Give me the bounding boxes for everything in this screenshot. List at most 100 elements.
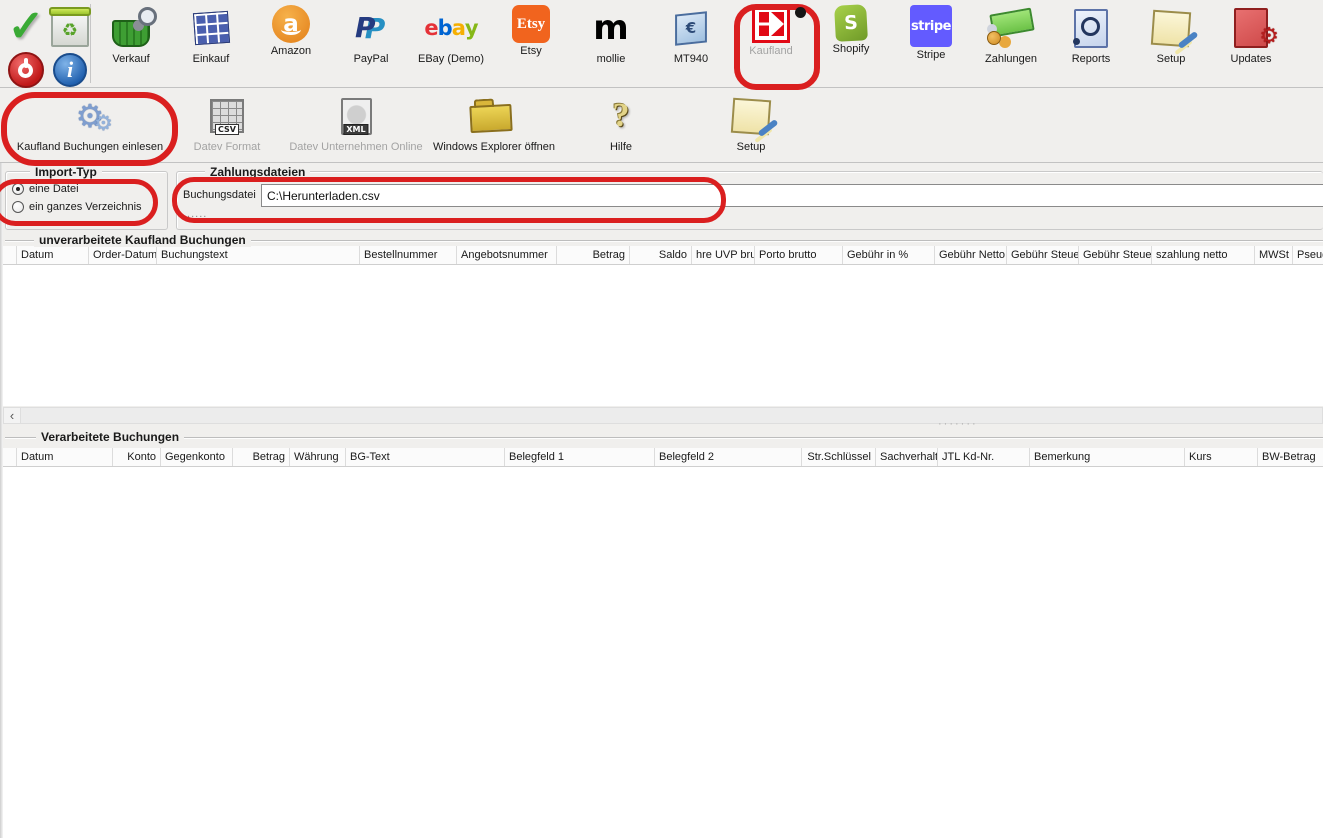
help-question-icon: ? [585, 93, 657, 139]
pallet-grid-icon [175, 5, 247, 51]
scroll-track[interactable] [21, 408, 1322, 423]
column-header-pseud[interactable]: Pseud [1293, 246, 1323, 264]
column-header-bemerkung[interactable]: Bemerkung [1030, 448, 1185, 466]
info-glyph: i [67, 57, 73, 83]
toolbar-item-label: Shopify [833, 43, 870, 55]
toolbar-item-setup[interactable]: Setup [719, 93, 783, 162]
group-line-processed [5, 437, 1323, 439]
toolbar-item-mt940[interactable]: €MT940 [651, 5, 731, 87]
buchungsdatei-label: Buchungsdatei [183, 189, 256, 201]
column-header-blank[interactable] [3, 448, 17, 466]
column-header-währung[interactable]: Währung [290, 448, 346, 466]
toolbar-item-windows-explorer-öffnen[interactable]: Windows Explorer öffnen [431, 93, 557, 162]
toolbar-item-label: Etsy [520, 45, 541, 57]
unprocessed-table-body[interactable] [3, 265, 1323, 406]
column-header-betrag[interactable]: Betrag [233, 448, 290, 466]
column-header-blank[interactable] [3, 246, 17, 264]
unprocessed-table-header: DatumOrder-DatumBuchungstextBestellnumme… [3, 246, 1323, 265]
processed-table-header: DatumKontoGegenkontoBetragWährungBG-Text… [3, 448, 1323, 467]
datev-csv-icon: CSV [191, 93, 263, 139]
toolbar-item-updates[interactable]: Updates [1211, 5, 1291, 87]
recycle-glyph: ♻ [62, 20, 78, 41]
column-header-datum[interactable]: Datum [17, 448, 113, 466]
column-header-sachverhalt[interactable]: Sachverhalt [876, 448, 938, 466]
power-icon[interactable] [4, 50, 48, 90]
column-header-gebühr-in[interactable]: Gebühr in % [843, 246, 935, 264]
column-header-gegenkonto[interactable]: Gegenkonto [161, 448, 233, 466]
splitter-grip[interactable]: ······· [938, 418, 978, 430]
scroll-left-button[interactable]: ‹ [4, 408, 21, 423]
toolbar-item-label: Setup [737, 141, 766, 153]
column-header-gebühr-steuer[interactable]: Gebühr Steuer [1079, 246, 1152, 264]
buchungsdatei-input[interactable] [261, 184, 1323, 207]
column-header-order-datum[interactable]: Order-Datum [89, 246, 157, 264]
toolbar-item-kaufland-buchungen-einlesen[interactable]: Kaufland Buchungen einlesen [4, 93, 176, 162]
processed-table-title: Verarbeitete Buchungen [36, 430, 184, 444]
toolbar-item-datev-unternehmen-online[interactable]: XMLDatev Unternehmen Online [285, 93, 427, 162]
horizontal-scrollbar[interactable]: ‹ [3, 407, 1323, 424]
etsy-logo-icon: Etsy [512, 5, 550, 43]
toolbar-item-shopify[interactable]: SShopify [811, 5, 891, 87]
toolbar-item-amazon[interactable]: aAmazon [251, 5, 331, 87]
toolbar-item-paypal[interactable]: PPayPal [331, 5, 411, 87]
column-header-kurs[interactable]: Kurs [1185, 448, 1258, 466]
info-icon[interactable]: i [48, 50, 92, 90]
column-header-angebotsnummer[interactable]: Angebotsnummer [457, 246, 557, 264]
toolbar-item-zahlungen[interactable]: Zahlungen [971, 5, 1051, 87]
column-header-jtl-kd-nr[interactable]: JTL Kd-Nr. [938, 448, 1030, 466]
toolbar-item-kaufland[interactable]: Kaufland [731, 5, 811, 87]
radio-eine-datei[interactable]: eine Datei [12, 183, 79, 195]
column-header-belegfeld-2[interactable]: Belegfeld 2 [655, 448, 802, 466]
column-header-szahlung-netto[interactable]: szahlung netto [1152, 246, 1255, 264]
toolbar-item-ebay-demo[interactable]: ebayEBay (Demo) [411, 5, 491, 87]
column-header-bestellnummer[interactable]: Bestellnummer [360, 246, 457, 264]
column-header-datum[interactable]: Datum [17, 246, 89, 264]
toolbar-item-etsy[interactable]: Etsy Etsy [491, 5, 571, 87]
column-header-belegfeld-1[interactable]: Belegfeld 1 [505, 448, 655, 466]
toolbar-item-label: Einkauf [193, 53, 230, 65]
toolbar-item-label: Zahlungen [985, 53, 1037, 65]
toolbar-item-hilfe[interactable]: ?Hilfe [591, 93, 651, 162]
zahlungsdateien-title: Zahlungsdateien [205, 165, 310, 179]
setup-wrench-icon [715, 93, 787, 139]
radio-button[interactable] [12, 201, 24, 213]
column-header-betrag[interactable]: Betrag [557, 246, 630, 264]
column-header-mwst[interactable]: MWSt [1255, 246, 1293, 264]
column-header-hre-uvp-brutto[interactable]: hre UVP brutto [692, 246, 755, 264]
column-header-porto-brutto[interactable]: Porto brutto [755, 246, 843, 264]
main-toolbar: ✓ ♻ i Verkauf Einkauf aAmazonPPayPalebayEB… [0, 0, 1323, 88]
toolbar-item-label: Updates [1231, 53, 1272, 65]
toolbar-item-reports[interactable]: Reports [1051, 5, 1131, 87]
import-typ-group: Import-Typ eine Datei ein ganzes Verzeic… [5, 171, 168, 230]
zahlungsdateien-group: Zahlungsdateien Buchungsdatei ...... [176, 171, 1323, 230]
toolbar-item-einkauf[interactable]: Einkauf [171, 5, 251, 87]
radio-label: ein ganzes Verzeichnis [29, 201, 142, 213]
toolbar-item-mollie[interactable]: mmollie [571, 5, 651, 87]
column-header-bg-text[interactable]: BG-Text [346, 448, 505, 466]
radio-button[interactable] [12, 183, 24, 195]
confirm-check-icon[interactable]: ✓ [4, 4, 48, 50]
toolbar-item-datev-format[interactable]: CSVDatev Format [184, 93, 270, 162]
kaufland-logo-icon [752, 5, 790, 43]
radio-label: eine Datei [29, 183, 79, 195]
power-circle [8, 52, 44, 88]
column-header-konto[interactable]: Konto [113, 448, 161, 466]
toolbar-item-stripe[interactable]: stripeStripe [891, 5, 971, 87]
app-window: ✓ ♻ i Verkauf Einkauf aAmazonPPayPalebayEB… [0, 0, 1323, 838]
field-sub-dots: ...... [183, 208, 207, 220]
column-header-gebühr-steuer[interactable]: Gebühr Steuer [1007, 246, 1079, 264]
column-header-buchungstext[interactable]: Buchungstext [157, 246, 360, 264]
money-bills-icon [975, 5, 1047, 51]
recycle-bin-icon[interactable]: ♻ [48, 4, 92, 50]
column-header-str-schlüssel[interactable]: Str.Schlüssel [802, 448, 876, 466]
radio-ganzes-verzeichnis[interactable]: ein ganzes Verzeichnis [12, 201, 142, 213]
toolbar-item-setup[interactable]: Setup [1131, 5, 1211, 87]
toolbar-item-verkauf[interactable]: Verkauf [91, 5, 171, 87]
quick-actions: ✓ ♻ i [0, 0, 90, 87]
column-header-saldo[interactable]: Saldo [630, 246, 692, 264]
ebay-logo-icon: ebay [415, 5, 487, 51]
column-header-bw-betrag[interactable]: BW-Betrag [1258, 448, 1323, 466]
toolbar-item-label: Stripe [917, 49, 946, 61]
processed-table-body[interactable] [3, 467, 1323, 838]
column-header-gebühr-netto[interactable]: Gebühr Netto [935, 246, 1007, 264]
